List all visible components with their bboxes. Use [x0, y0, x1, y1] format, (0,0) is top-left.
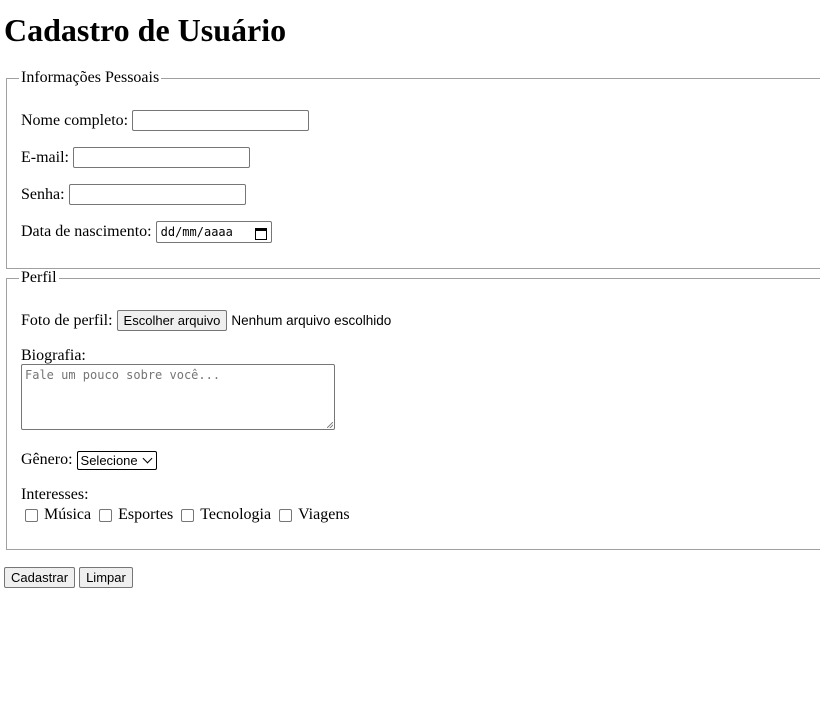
password-label: Senha:: [21, 185, 65, 203]
gender-selected-value: Selecione: [80, 452, 138, 468]
interest-label-esportes: Esportes: [118, 506, 174, 523]
profile-legend: Perfil: [19, 269, 59, 287]
birthdate-row: Data de nascimento: dd/mm/aaaa: [21, 221, 272, 243]
photo-label: Foto de perfil:: [21, 311, 113, 329]
personal-info-legend: Informações Pessoais: [19, 69, 162, 87]
email-label: E-mail:: [21, 148, 69, 166]
personal-info-fieldset: Informações Pessoais Nome completo: E-ma…: [6, 69, 820, 269]
calendar-icon[interactable]: [254, 226, 267, 240]
interest-label-musica: Música: [44, 506, 92, 523]
resize-handle-icon[interactable]: [327, 422, 333, 428]
bio-label-row: Biografia:: [21, 346, 86, 366]
bio-label: Biografia:: [21, 347, 86, 364]
photo-row: Foto de perfil: Escolher arquivo Nenhum …: [21, 310, 391, 331]
full-name-input[interactable]: [132, 110, 310, 131]
reset-button[interactable]: Limpar: [79, 567, 133, 588]
full-name-label: Nome completo:: [21, 111, 129, 129]
full-name-row: Nome completo:: [21, 110, 310, 131]
interests-row: Música Esportes Tecnologia Viagens: [21, 505, 358, 525]
no-file-text: Nenhum arquivo escolhido: [231, 313, 392, 328]
birthdate-label: Data de nascimento:: [21, 223, 152, 240]
gender-select[interactable]: Selecione: [76, 450, 157, 470]
chevron-down-icon: [142, 453, 153, 463]
gender-row: Gênero: Selecione: [21, 450, 157, 470]
bio-placeholder: Fale um pouco sobre você...: [25, 368, 221, 382]
interests-label-row: Interesses:: [21, 485, 89, 505]
birthdate-placeholder: dd/mm/aaaa: [160, 225, 233, 239]
password-row: Senha:: [21, 184, 246, 205]
email-row: E-mail:: [21, 147, 250, 168]
submit-button[interactable]: Cadastrar: [4, 567, 76, 588]
interest-checkbox-esportes[interactable]: [99, 508, 113, 522]
gender-label: Gênero:: [21, 451, 73, 468]
bio-textarea[interactable]: Fale um pouco sobre você...: [21, 364, 335, 430]
password-input[interactable]: [68, 184, 246, 205]
choose-file-button[interactable]: Escolher arquivo: [116, 310, 228, 331]
interest-checkbox-musica[interactable]: [25, 508, 38, 522]
interest-checkbox-tecnologia[interactable]: [181, 508, 195, 522]
profile-fieldset: Perfil Foto de perfil: Escolher arquivo …: [6, 269, 820, 550]
page-title: Cadastro de Usuário: [4, 12, 287, 48]
interests-label: Interesses:: [21, 486, 89, 503]
interest-label-tecnologia: Tecnologia: [200, 506, 272, 523]
birthdate-input[interactable]: dd/mm/aaaa: [155, 221, 272, 243]
interest-label-viagens: Viagens: [298, 506, 350, 523]
interest-checkbox-viagens[interactable]: [279, 508, 293, 522]
form-actions: Cadastrar Limpar: [4, 567, 133, 588]
email-input[interactable]: [72, 147, 250, 168]
